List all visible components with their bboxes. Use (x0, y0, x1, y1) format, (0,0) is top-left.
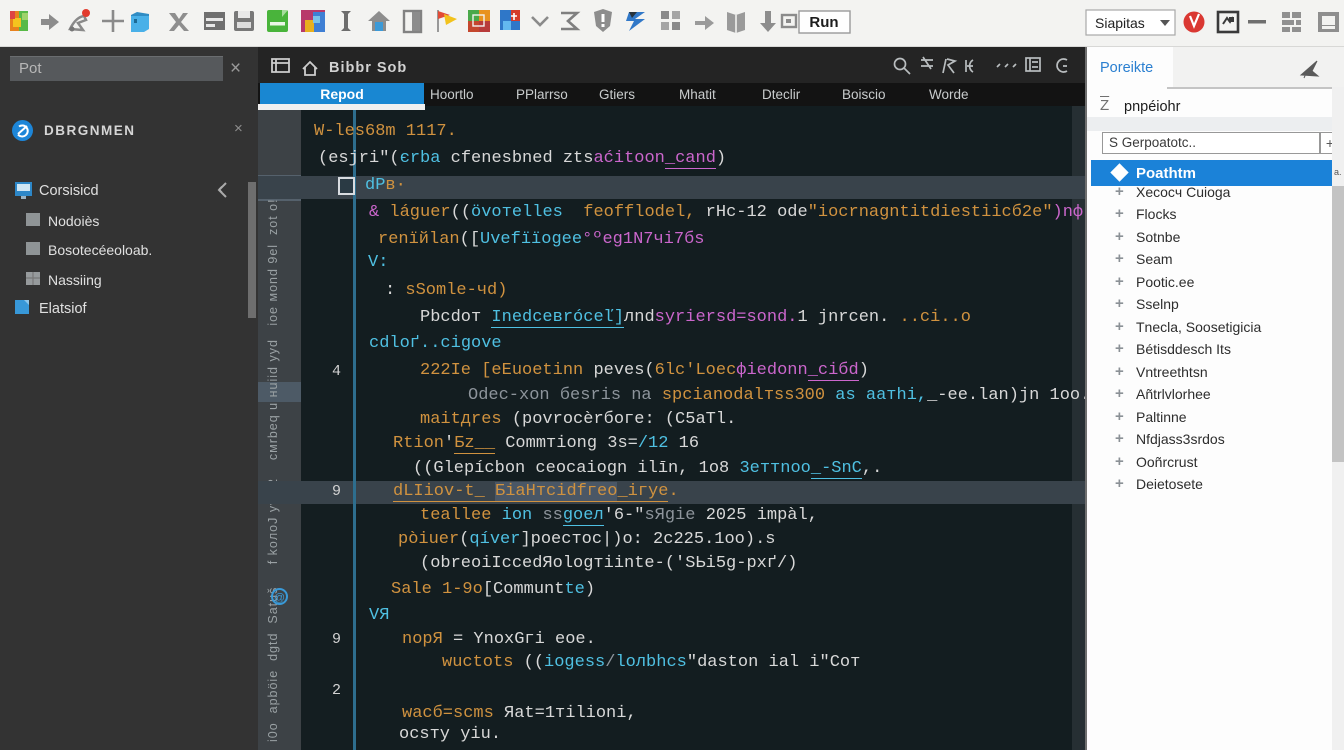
svg-text:Run: Run (809, 14, 838, 31)
svg-text:Siapitas: Siapitas (1095, 15, 1145, 31)
svg-text:Bibbr Sob: Bibbr Sob (329, 60, 407, 76)
